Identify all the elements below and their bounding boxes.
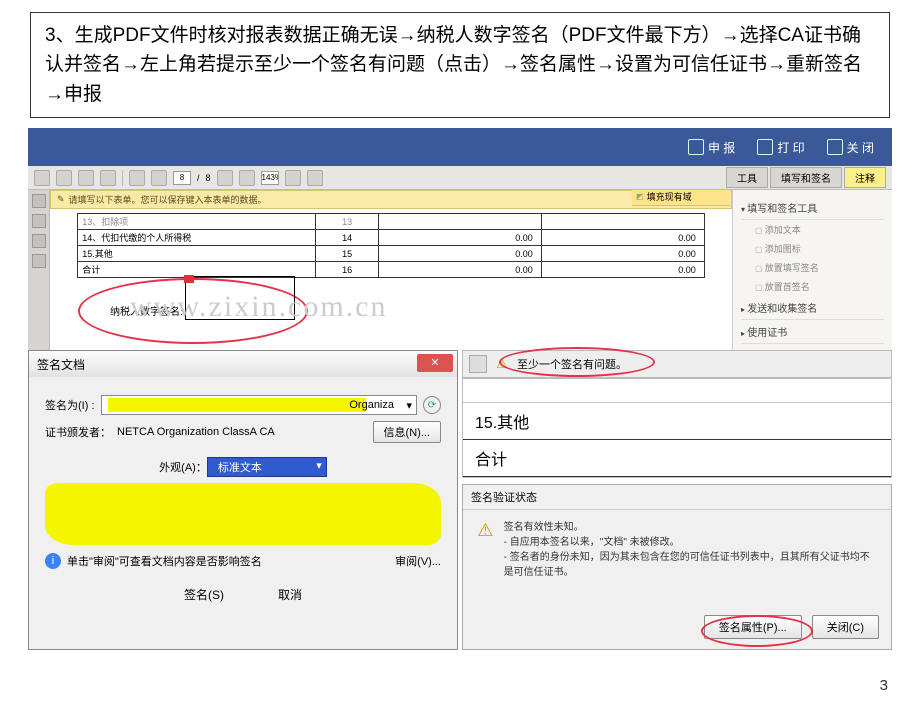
info-icon: i: [45, 553, 61, 569]
tab-comment[interactable]: 注释: [844, 167, 886, 188]
form-hint-bar: 请填写以下表单。您可以保存键入本表单的数据。: [50, 190, 732, 209]
warning-text[interactable]: 至少一个签名有问题。: [517, 356, 627, 372]
page-up-icon[interactable]: [129, 170, 145, 186]
review-button[interactable]: 审阅(V)...: [395, 553, 441, 569]
mini-table-view: 15.其他 合计: [462, 378, 892, 478]
group-send-collect[interactable]: 发送和收集签名: [741, 296, 884, 320]
page-sep: /: [197, 173, 200, 183]
toolbar-icon[interactable]: [469, 355, 487, 373]
zoom-input[interactable]: [261, 171, 279, 185]
dialog-title: 签名文档: [37, 356, 85, 373]
bookmarks-icon[interactable]: [32, 214, 46, 228]
signatures-icon[interactable]: [32, 254, 46, 268]
appearance-label: 外观(A)：: [159, 459, 207, 475]
issuer-value: NETCA Organization ClassA CA: [117, 426, 275, 438]
close-icon[interactable]: ✕: [417, 354, 453, 372]
cloud-icon[interactable]: [100, 170, 116, 186]
fit-icon[interactable]: [285, 170, 301, 186]
save-icon-2[interactable]: [307, 170, 323, 186]
refresh-icon[interactable]: ⟳: [423, 396, 441, 414]
redacted-name: [108, 398, 367, 412]
verify-line1: 签名有效性未知。: [504, 520, 879, 535]
pdf-viewer-screenshot: 申 报 打 印 关 闭 / 8 工具 填写和签名 注释: [28, 128, 892, 350]
table-row: 15.其他150.000.00: [78, 246, 704, 262]
group-fill-sign-tools[interactable]: 填写和签名工具: [741, 196, 884, 220]
close-button[interactable]: 关 闭: [827, 139, 874, 156]
app-top-bar: 申 报 打 印 关 闭: [28, 128, 892, 166]
verify-close-button[interactable]: 关闭(C): [812, 615, 879, 639]
tool-place-initial[interactable]: 放置首签名: [741, 277, 884, 296]
dialog-titlebar: 签名文档 ✕: [29, 351, 457, 377]
signature-area: 纳税人数字签名:: [110, 300, 732, 320]
sign-as-visible: Organiza: [349, 399, 394, 411]
sign-button[interactable]: 签名(S): [164, 583, 244, 606]
slide-number: 3: [880, 677, 888, 694]
pdf-form-table: 13、扣除项13 14、代扣代缴的个人所得税140.000.00 15.其他15…: [77, 213, 704, 278]
pdf-toolbar: / 8 工具 填写和签名 注释: [28, 166, 892, 190]
signature-field[interactable]: [185, 276, 295, 320]
page-current-input[interactable]: [173, 171, 191, 185]
zoom-out-icon[interactable]: [217, 170, 233, 186]
mini-row-total: 合计: [463, 440, 891, 477]
table-row: 合计160.000.00: [78, 262, 704, 278]
zoom-in-icon[interactable]: [239, 170, 255, 186]
thumbnails-icon[interactable]: [32, 194, 46, 208]
signature-properties-button[interactable]: 签名属性(P)...: [704, 615, 802, 639]
pdf-page-area: 填充现有域 请填写以下表单。您可以保存键入本表单的数据。 13、扣除项13 14…: [50, 190, 732, 350]
instruction-text: 3、生成PDF文件时核对报表数据正确无误→纳税人数字签名（PDF文件最下方）→选…: [30, 12, 890, 118]
signature-label: 纳税人数字签名:: [110, 303, 183, 318]
appearance-select[interactable]: 标准文本: [207, 457, 327, 477]
mini-row-15: 15.其他: [463, 403, 891, 440]
form-area-badge[interactable]: 填充现有域: [632, 190, 730, 206]
warning-icon: ⚠: [475, 520, 496, 544]
pdf-right-panel: 填写和签名工具 添加文本 添加图标 放置填写签名 放置首签名 发送和收集签名 使…: [732, 190, 892, 350]
verify-title: 签名验证状态: [463, 485, 891, 510]
attachments-icon[interactable]: [32, 234, 46, 248]
info-button[interactable]: 信息(N)...: [373, 421, 441, 443]
sign-as-select[interactable]: Organiza: [101, 395, 418, 415]
tab-tools[interactable]: 工具: [726, 167, 768, 188]
page-down-icon[interactable]: [151, 170, 167, 186]
table-row: 13、扣除项13: [78, 214, 704, 230]
print-button[interactable]: 打 印: [757, 139, 804, 156]
signature-warning-bar: ⚠ 至少一个签名有问题。: [462, 350, 892, 378]
pdf-left-rail: [28, 190, 50, 350]
table-row: 14、代扣代缴的个人所得税140.000.00: [78, 230, 704, 246]
tool-add-icon[interactable]: 添加图标: [741, 239, 884, 258]
tool-add-text[interactable]: 添加文本: [741, 220, 884, 239]
tool-place-signature[interactable]: 放置填写签名: [741, 258, 884, 277]
mail-icon[interactable]: [78, 170, 94, 186]
redacted-preview: [45, 483, 441, 545]
verify-line2: - 自应用本签名以来，"文档" 未被修改。: [504, 535, 879, 550]
verify-line3: - 签名者的身份未知，因为其未包含在您的可信任证书列表中，且其所有父证书均不是可…: [504, 550, 879, 580]
sign-as-label: 签名为(I) :: [45, 397, 95, 413]
page-total: 8: [206, 173, 211, 183]
review-hint: 单击"审阅"可查看文档内容是否影响签名: [67, 553, 262, 569]
signature-verify-dialog: 签名验证状态 ⚠ 签名有效性未知。 - 自应用本签名以来，"文档" 未被修改。 …: [462, 484, 892, 650]
cancel-button[interactable]: 取消: [258, 583, 322, 606]
sign-document-dialog: 签名文档 ✕ 签名为(I) : Organiza ⟳ 证书颁发者： NETCA …: [28, 350, 458, 650]
issuer-label: 证书颁发者：: [45, 424, 111, 440]
declare-button[interactable]: 申 报: [688, 139, 735, 156]
group-use-cert[interactable]: 使用证书: [741, 320, 884, 344]
save-icon[interactable]: [34, 170, 50, 186]
warning-icon: ⚠: [493, 355, 511, 373]
tab-fill-sign[interactable]: 填写和签名: [770, 167, 842, 188]
print-icon[interactable]: [56, 170, 72, 186]
